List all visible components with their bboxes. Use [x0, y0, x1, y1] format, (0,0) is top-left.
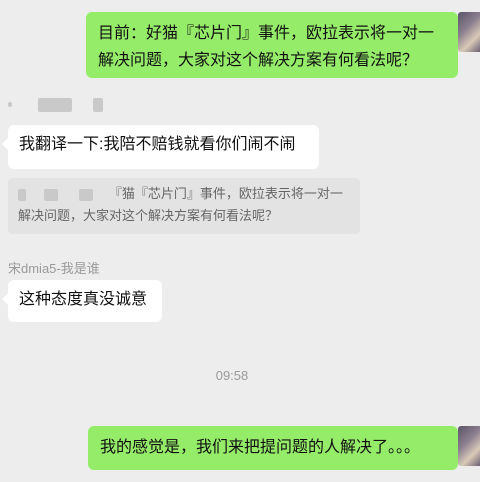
sender-name: 宋dmia5-我是谁	[8, 261, 100, 276]
quoted-message[interactable]: 『猫『芯片门』事件，欧拉表示将一对一解决问题，大家对这个解决方案有何看法呢？	[8, 178, 360, 234]
my-avatar[interactable]	[458, 426, 480, 466]
quote-sender-blurred	[18, 188, 26, 201]
message-timestamp: 09:58	[215, 368, 249, 383]
quote-text: 『猫『芯片门』事件，欧拉表示将一对一解决问题，大家对这个解决方案有何看法呢？	[18, 186, 343, 223]
outgoing-message[interactable]: 我的感觉是，我们来把提问题的人解决了。。。	[88, 426, 465, 470]
message-text: 我的感觉是，我们来把提问题的人解决了。。。	[100, 439, 421, 456]
sender-name-blurred	[8, 96, 128, 114]
incoming-message[interactable]: 我翻译一下:我陪不赔钱就看你们闹不闹	[2, 125, 319, 169]
message-text: 我翻译一下:我陪不赔钱就看你们闹不闹	[19, 136, 296, 153]
incoming-message[interactable]: 这种态度真没诚意	[2, 280, 162, 322]
outgoing-message[interactable]: 目前：好猫『芯片门』事件，欧拉表示将一对一解决问题，大家对这个解决方案有何看法呢…	[86, 12, 465, 78]
message-text: 目前：好猫『芯片门』事件，欧拉表示将一对一解决问题，大家对这个解决方案有何看法呢…	[98, 25, 435, 69]
my-avatar[interactable]	[458, 12, 480, 52]
message-text: 这种态度真没诚意	[19, 291, 148, 308]
